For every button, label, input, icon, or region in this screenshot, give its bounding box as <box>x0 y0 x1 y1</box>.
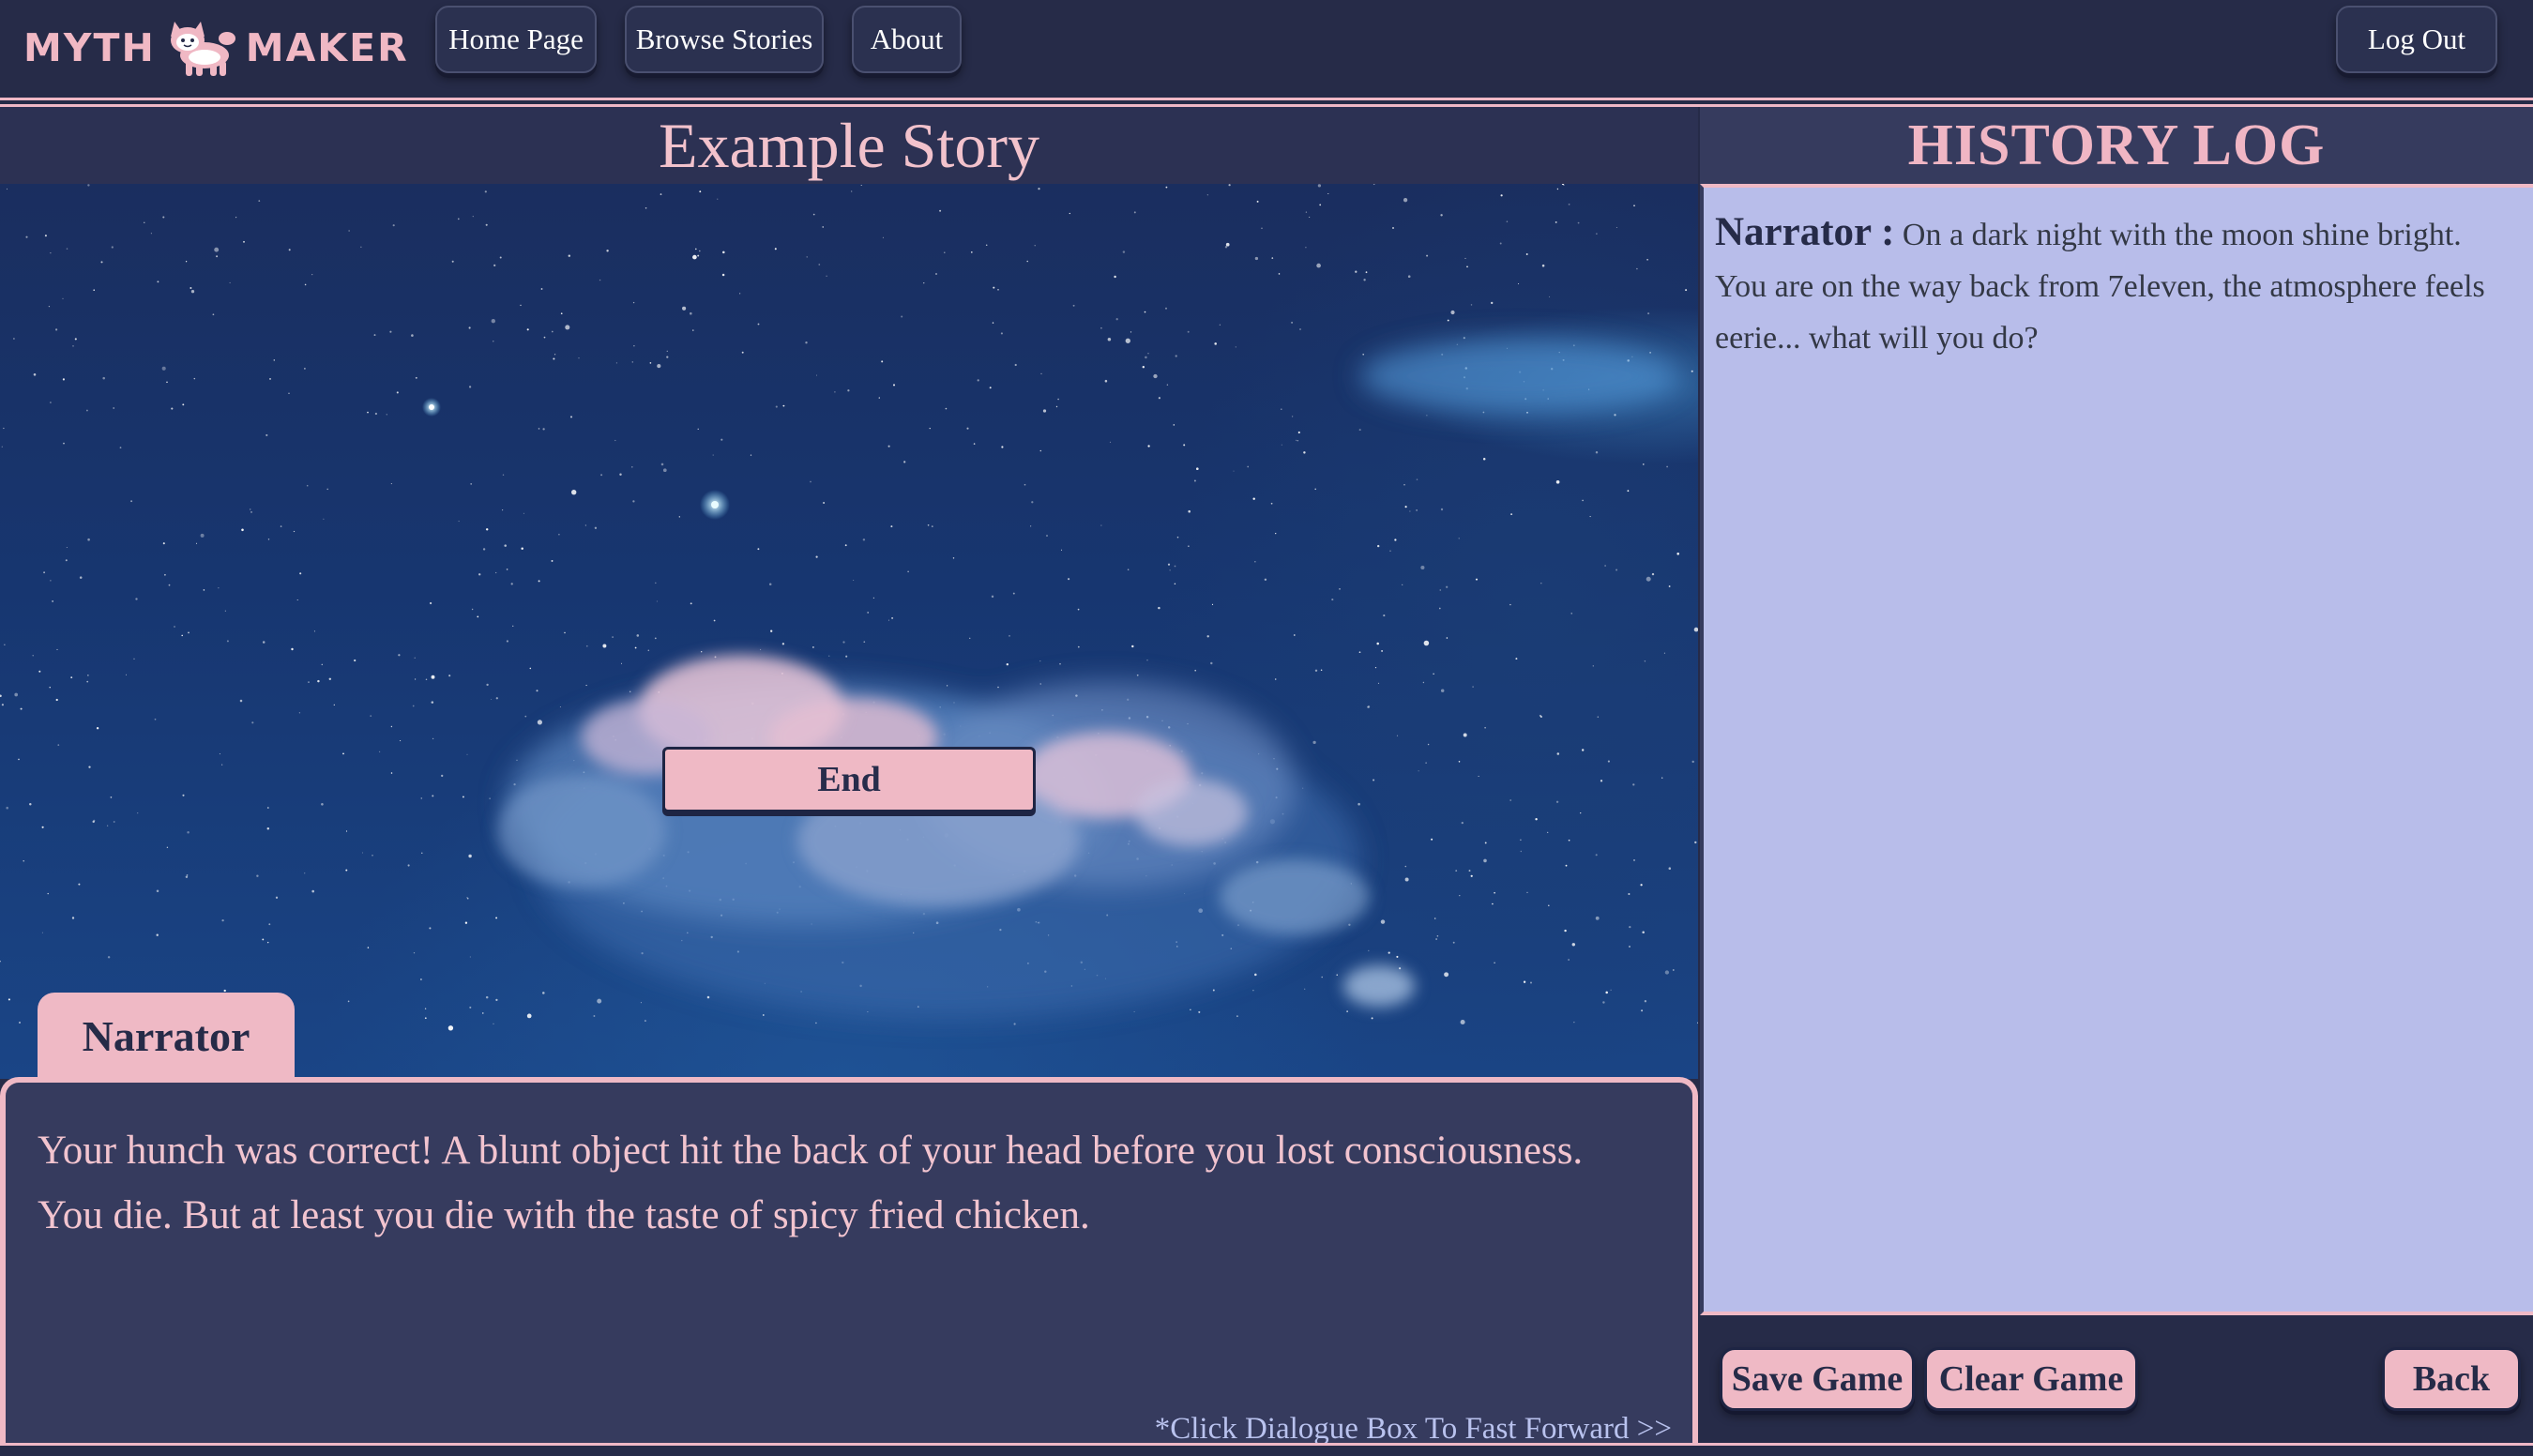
history-entry: Narrator : On a dark night with the moon… <box>1715 206 2514 364</box>
logo-text-left: MYTH <box>23 25 156 70</box>
history-log-title: HISTORY LOG <box>1907 113 2326 177</box>
history-log-header: HISTORY LOG <box>1700 107 2533 184</box>
save-game-button[interactable]: Save Game <box>1720 1347 1915 1411</box>
home-page-button[interactable]: Home Page <box>435 6 597 73</box>
dialogue-box[interactable]: Your hunch was correct! A blunt object h… <box>0 1077 1698 1447</box>
logo-text-right: MAKER <box>245 25 409 70</box>
back-button[interactable]: Back <box>2382 1347 2521 1411</box>
fast-forward-hint: *Click Dialogue Box To Fast Forward >> <box>1154 1412 1672 1446</box>
top-nav: MYTH MAKER Home Page Browse Stories Abou… <box>0 0 2533 98</box>
speaker-name-tab: Narrator <box>38 993 295 1079</box>
cat-logo-icon <box>170 22 235 76</box>
history-log-panel: Narrator : On a dark night with the moon… <box>1700 184 2533 1315</box>
history-actions: Save Game Clear Game Back <box>1700 1315 2533 1443</box>
story-title-bar: Example Story <box>0 107 1698 184</box>
story-title: Example Story <box>658 109 1040 181</box>
log-out-button[interactable]: Log Out <box>2336 6 2497 73</box>
myth-maker-logo[interactable]: MYTH MAKER <box>23 15 409 81</box>
history-entry-speaker: Narrator : <box>1715 210 1895 254</box>
about-button[interactable]: About <box>852 6 962 73</box>
night-sky-illustration <box>0 184 1698 1031</box>
nav-divider <box>0 98 2533 107</box>
browse-stories-button[interactable]: Browse Stories <box>625 6 824 73</box>
dialogue-text: Your hunch was correct! A blunt object h… <box>38 1129 1584 1237</box>
end-choice-button[interactable]: End <box>662 747 1036 812</box>
scene-image: End <box>0 184 1698 1079</box>
bottom-divider <box>0 1443 2533 1456</box>
clear-game-button[interactable]: Clear Game <box>1924 1347 2138 1411</box>
